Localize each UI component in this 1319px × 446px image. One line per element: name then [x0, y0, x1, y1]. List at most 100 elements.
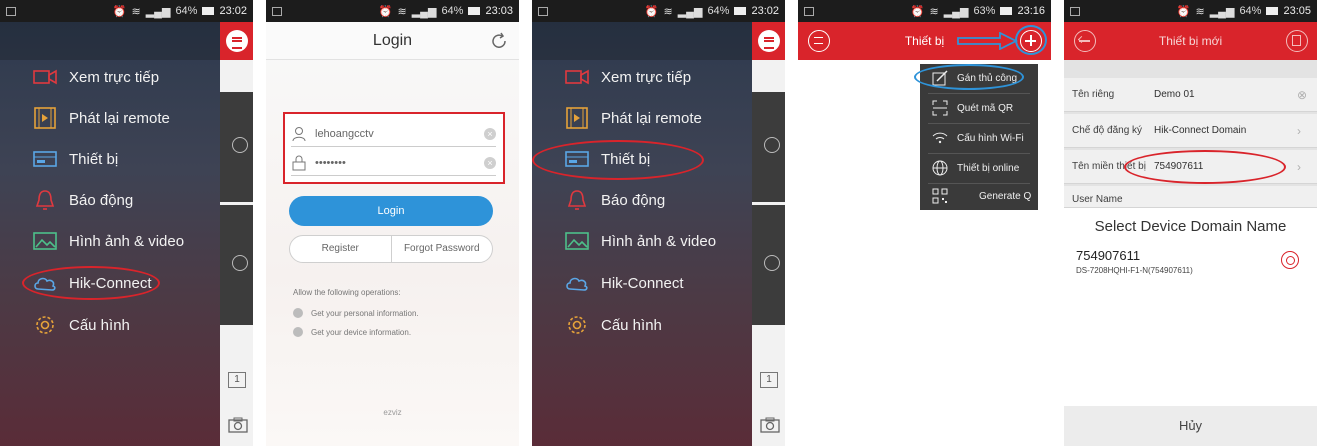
snapshot-icon[interactable] [760, 417, 780, 433]
header-peek [752, 22, 785, 60]
alarm-icon: ⏰ [910, 5, 925, 18]
battery-percent: 64% [441, 5, 464, 17]
check-icon [293, 308, 303, 318]
window-count-icon[interactable]: 1 [228, 372, 246, 388]
menu-item-wifi-config[interactable]: Cấu hình Wi-Fi [920, 124, 1038, 152]
cloud-icon [566, 277, 588, 291]
battery-percent: 64% [175, 5, 198, 17]
sheet-title: Select Device Domain Name [1094, 218, 1287, 235]
battery-icon [1266, 7, 1279, 15]
forgot-password-button[interactable]: Forgot Password [390, 236, 493, 262]
login-button[interactable]: Login [289, 196, 493, 226]
gear-icon [36, 316, 54, 334]
menu-item-generate-qr[interactable]: Generate Q [920, 182, 1038, 210]
menu-item-online-devices[interactable]: Thiết bị online [920, 154, 1038, 182]
add-device-button[interactable] [1020, 30, 1042, 52]
snapshot-icon[interactable] [228, 417, 248, 433]
menu-item-label: Quét mã QR [957, 102, 1014, 114]
menu-item-label: Báo động [69, 191, 134, 209]
clock: 23:16 [1017, 5, 1045, 17]
cloud-icon [34, 277, 56, 291]
status-bar: ⏰ ≋ ▂▄▆ 63% 23:16 [798, 0, 1051, 22]
video-tile-peek [752, 205, 785, 325]
login-background [266, 22, 519, 446]
menu-item-manual-add[interactable]: Gán thủ công [920, 64, 1038, 92]
phone-screen-menu-2: ⏰ ≋ ▂▄▆ 64% 23:02 Xem trực tiếp Phát lại… [532, 0, 785, 446]
menu-item-label: Cấu hình [69, 316, 130, 334]
menu-item-playback[interactable]: Phát lại remote [0, 103, 220, 133]
register-button[interactable]: Register [290, 236, 391, 262]
signal-icon: ▂▄▆ [943, 5, 969, 18]
wifi-icon: ≋ [131, 5, 141, 18]
menu-item-settings[interactable]: Cấu hình [532, 310, 752, 340]
add-icon [764, 255, 780, 271]
menu-item-pictures-videos[interactable]: Hình ảnh & video [532, 226, 752, 256]
save-button[interactable] [1286, 30, 1308, 52]
back-button[interactable] [1074, 30, 1096, 52]
menu-icon[interactable] [226, 30, 248, 52]
menu-item-alarm[interactable]: Báo động [532, 185, 752, 215]
menu-item-playback[interactable]: Phát lại remote [532, 103, 752, 133]
wifi-icon: ≋ [397, 5, 407, 18]
menu-item-hik-connect[interactable]: Hik-Connect [0, 268, 220, 298]
menu-icon[interactable] [758, 30, 780, 52]
domain-option-model: DS-7208HQHI-F1-N(754907611) [1076, 266, 1193, 275]
menu-icon[interactable] [808, 30, 830, 52]
battery-percent: 64% [1239, 5, 1262, 17]
battery-icon [1000, 7, 1013, 15]
drawer-header [0, 22, 220, 60]
username-field[interactable]: lehoangcctv × [291, 121, 496, 147]
menu-item-devices[interactable]: Thiết bị [532, 144, 752, 174]
menu-item-label: Hình ảnh & video [69, 232, 185, 250]
menu-item-hik-connect[interactable]: Hik-Connect [532, 268, 752, 298]
check-icon [293, 327, 303, 337]
menu-item-alarm[interactable]: Báo động [0, 185, 220, 215]
menu-item-label: Thiết bị online [957, 162, 1020, 174]
password-field[interactable]: •••••••• × [291, 150, 496, 176]
status-bar: ⏰ ≋ ▂▄▆ 64% 23:02 [0, 0, 253, 22]
cancel-button[interactable]: Hủy [1064, 406, 1317, 446]
menu-item-label: Xem trực tiếp [69, 68, 160, 86]
qr-icon [932, 188, 948, 204]
gallery-icon [272, 6, 282, 16]
clock: 23:03 [485, 5, 513, 17]
signal-icon: ▂▄▆ [1209, 5, 1235, 18]
brand-logo: ezviz [383, 408, 402, 417]
domain-option-id[interactable]: 754907611 [1076, 248, 1140, 263]
add-icon [232, 137, 248, 153]
video-tile-peek [220, 92, 253, 202]
image-icon [33, 232, 57, 250]
wifi-icon: ≋ [663, 5, 673, 18]
battery-icon [468, 7, 481, 15]
menu-item-label: Generate Q [979, 190, 1032, 202]
bell-icon [35, 190, 55, 210]
radio-selected-icon[interactable] [1281, 251, 1299, 269]
menu-item-devices[interactable]: Thiết bị [0, 144, 220, 174]
battery-icon [734, 7, 747, 15]
menu-item-scan-qr[interactable]: Quét mã QR [920, 94, 1038, 122]
menu-item-pictures-videos[interactable]: Hình ảnh & video [0, 226, 220, 256]
gear-icon [568, 316, 586, 334]
clock: 23:02 [751, 5, 779, 17]
add-icon [232, 255, 248, 271]
clear-icon[interactable]: × [484, 127, 496, 140]
menu-item-live-view[interactable]: Xem trực tiếp [0, 62, 220, 92]
globe-icon [932, 160, 948, 176]
wifi-icon: ≋ [1195, 5, 1205, 18]
menu-item-live-view[interactable]: Xem trực tiếp [532, 62, 752, 92]
clock: 23:02 [219, 5, 247, 17]
clear-icon[interactable]: × [484, 156, 496, 169]
permission-item: Get your device information. [293, 327, 411, 337]
login-header: Login [266, 22, 519, 60]
menu-item-settings[interactable]: Cấu hình [0, 310, 220, 340]
signal-icon: ▂▄▆ [411, 5, 437, 18]
menu-item-label: Hik-Connect [69, 274, 152, 292]
window-count-icon[interactable]: 1 [760, 372, 778, 388]
battery-icon [202, 7, 215, 15]
page-title: Login [372, 32, 413, 49]
new-device-header: Thiết bị mới [1064, 22, 1317, 60]
phone-screen-login: ⏰ ≋ ▂▄▆ 64% 23:03 Login lehoangcctv × ••… [266, 0, 519, 446]
credentials-box: lehoangcctv × •••••••• × [283, 112, 505, 184]
menu-item-label: Hik-Connect [601, 274, 684, 292]
refresh-icon[interactable] [489, 31, 509, 51]
